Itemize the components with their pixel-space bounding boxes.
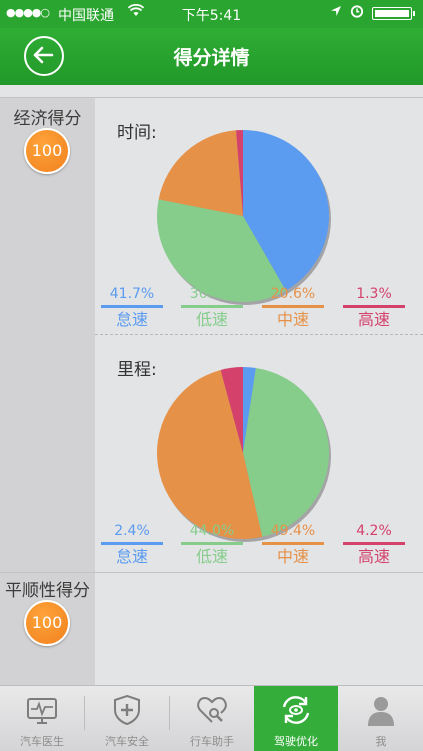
legend-category: 低速 (195, 310, 228, 329)
legend-percentage: 49.4% (270, 523, 316, 539)
legend-percentage: 36.4% (189, 286, 235, 302)
tab-label: 驾驶优化 (274, 735, 318, 748)
legend-percentage: 4.2% (356, 523, 392, 539)
legend-color-bar (101, 305, 163, 308)
legend-category: 高速 (357, 547, 390, 566)
legend-color-bar (343, 542, 405, 545)
shield-plus-icon (114, 694, 140, 726)
legend-color-bar (101, 542, 163, 545)
legend-color-bar (343, 305, 405, 308)
tab-me[interactable]: 我 (339, 686, 423, 751)
legend-item-low: 36.4% 低速 (179, 286, 245, 330)
tab-car-doctor[interactable]: 汽车医生 (0, 686, 84, 751)
legend-category: 中速 (276, 547, 309, 566)
legend-category: 中速 (276, 310, 309, 329)
tab-bar: 汽车医生 汽车安全 行车助手 驾驶优化 我 (0, 685, 423, 751)
section-divider (0, 572, 423, 573)
time-chart-panel: 时间: 41.7% 怠速 36.4% 低速 20.6% 中速 1.3% 高速 (95, 118, 423, 338)
legend-percentage: 2.4% (114, 523, 150, 539)
legend-item-mid: 49.4% 中速 (260, 523, 326, 567)
legend-item-high: 1.3% 高速 (341, 286, 407, 330)
chart-title: 里程: (117, 360, 157, 380)
alarm-clock-icon (350, 4, 364, 22)
user-icon (368, 697, 394, 726)
chart-title: 时间: (117, 123, 157, 143)
page-title: 得分详情 (173, 47, 250, 69)
battery-icon (372, 7, 415, 20)
legend-item-mid: 20.6% 中速 (260, 286, 326, 330)
legend-item-idle: 41.7% 怠速 (99, 286, 165, 330)
time-pie-chart (157, 130, 331, 305)
legend-percentage: 41.7% (109, 286, 155, 302)
status-bar: ●●●●○ 中国联通 下午5:41 (0, 0, 423, 28)
tab-driving-assistant[interactable]: 行车助手 (170, 686, 254, 751)
tab-car-safety[interactable]: 汽车安全 (85, 686, 169, 751)
economy-score-label: 经济得分 (13, 109, 82, 129)
section-divider (0, 97, 423, 98)
legend-percentage: 1.3% (356, 286, 392, 302)
refresh-eye-icon (282, 696, 310, 724)
tab-label: 我 (375, 735, 387, 748)
smoothness-score-badge: 100 (24, 600, 70, 646)
monitor-heartbeat-icon (27, 698, 57, 724)
dotted-divider (95, 334, 423, 335)
tab-label: 行车助手 (190, 735, 234, 748)
smoothness-score-label: 平顺性得分 (5, 581, 90, 601)
tab-label: 汽车安全 (105, 735, 149, 748)
legend-color-bar (262, 305, 324, 308)
legend-category: 低速 (195, 547, 228, 566)
score-column: 经济得分 100 平顺性得分 100 (0, 98, 95, 685)
legend-color-bar (181, 542, 243, 545)
economy-score-badge: 100 (24, 128, 70, 174)
legend-item-high: 4.2% 高速 (341, 523, 407, 567)
legend-item-idle: 2.4% 怠速 (99, 523, 165, 567)
legend-percentage: 44.0% (189, 523, 235, 539)
tab-label: 汽车医生 (20, 735, 64, 748)
legend-item-low: 44.0% 低速 (179, 523, 245, 567)
legend-category: 怠速 (115, 547, 148, 566)
legend-category: 高速 (357, 310, 390, 329)
legend-percentage: 20.6% (270, 286, 316, 302)
legend-color-bar (181, 305, 243, 308)
mileage-pie-chart (156, 367, 331, 542)
nav-bar: 得分详情 (0, 28, 423, 85)
heart-search-icon (197, 696, 227, 723)
legend-color-bar (262, 542, 324, 545)
mileage-chart-panel: 里程: 2.4% 怠速 44.0% 低速 49.4% 中速 4.2% 高速 (95, 355, 423, 570)
tab-driving-optimization[interactable]: 驾驶优化 (254, 686, 338, 751)
legend-category: 怠速 (115, 310, 148, 329)
location-arrow-icon (330, 5, 342, 21)
